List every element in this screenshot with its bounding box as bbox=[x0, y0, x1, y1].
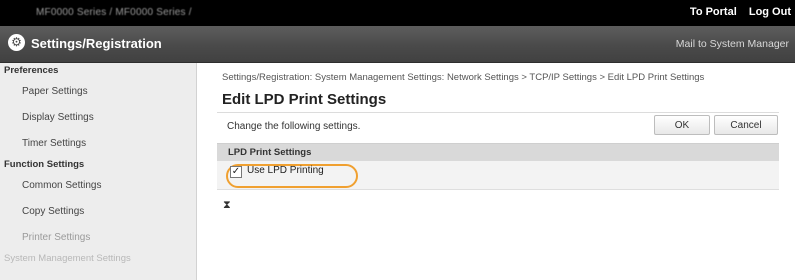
log-out-link[interactable]: Log Out bbox=[749, 6, 791, 18]
header-title: Settings/Registration bbox=[31, 36, 162, 51]
sidebar-item-printer-settings[interactable]: Printer Settings bbox=[0, 225, 196, 251]
sidebar-item-paper-settings[interactable]: Paper Settings bbox=[0, 79, 196, 105]
cancel-button[interactable]: Cancel bbox=[714, 115, 778, 135]
sidebar-item-common-settings[interactable]: Common Settings bbox=[0, 173, 196, 199]
main-content: Settings/Registration: System Management… bbox=[197, 63, 795, 280]
sidebar-item-timer-settings[interactable]: Timer Settings bbox=[0, 131, 196, 157]
use-lpd-printing-label[interactable]: Use LPD Printing bbox=[247, 165, 324, 176]
section-title: LPD Print Settings bbox=[228, 147, 312, 158]
device-model-text: MF0000 Series / MF0000 Series / bbox=[36, 7, 192, 18]
use-lpd-printing-checkbox[interactable]: ✓ bbox=[230, 166, 242, 178]
to-portal-link[interactable]: To Portal bbox=[690, 6, 737, 18]
sidebar-item-display-settings[interactable]: Display Settings bbox=[0, 105, 196, 131]
mail-to-system-manager-link[interactable]: Mail to System Manager bbox=[676, 38, 789, 50]
sidebar-group-preferences: Preferences bbox=[4, 65, 59, 76]
section-header: LPD Print Settings bbox=[217, 143, 779, 161]
breadcrumb: Settings/Registration: System Management… bbox=[222, 72, 705, 83]
settings-header: ⚙ Settings/Registration Mail to System M… bbox=[0, 26, 795, 63]
settings-registration-icon: ⚙ bbox=[8, 34, 25, 51]
back-to-top-icon[interactable]: ⧗ bbox=[223, 199, 231, 212]
instruction-row: Change the following settings. OK Cancel bbox=[217, 112, 779, 135]
page-title: Edit LPD Print Settings bbox=[222, 91, 387, 108]
sidebar-group-function-settings: Function Settings bbox=[4, 159, 85, 170]
sidebar-group-system-management[interactable]: System Management Settings bbox=[0, 251, 196, 267]
setting-row: ✓ Use LPD Printing bbox=[217, 161, 779, 190]
ok-button[interactable]: OK bbox=[654, 115, 710, 135]
sidebar-item-copy-settings[interactable]: Copy Settings bbox=[0, 199, 196, 225]
sidebar: Preferences Paper Settings Display Setti… bbox=[0, 63, 197, 280]
top-bar: MF0000 Series / MF0000 Series / To Porta… bbox=[0, 0, 795, 26]
top-links: To Portal Log Out bbox=[681, 6, 791, 18]
instruction-text: Change the following settings. bbox=[227, 121, 361, 132]
